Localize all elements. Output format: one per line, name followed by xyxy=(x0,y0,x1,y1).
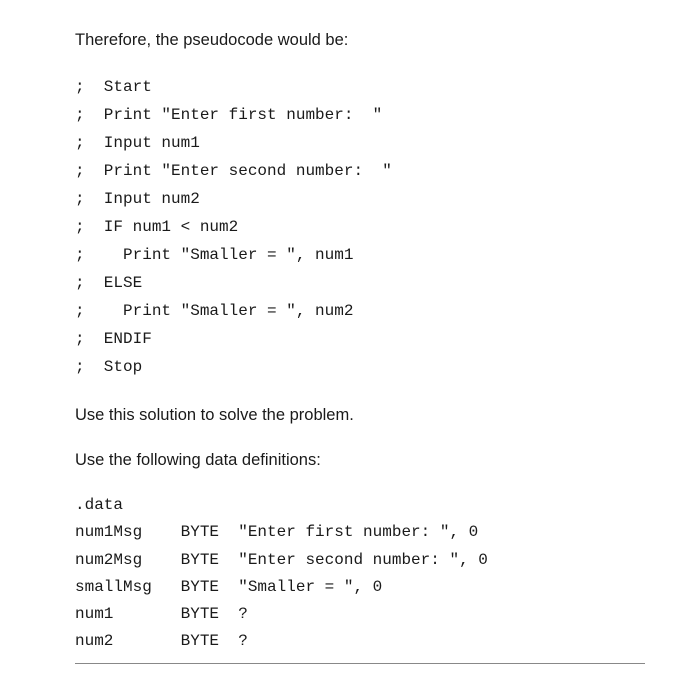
code-line: smallMsg BYTE "Smaller = ", 0 xyxy=(75,578,382,596)
instruction-text-2: Use the following data definitions: xyxy=(75,448,645,473)
code-line: ; Print "Enter second number: " xyxy=(75,162,392,180)
code-line: num1 BYTE ? xyxy=(75,605,248,623)
code-line: num2 BYTE ? xyxy=(75,632,248,650)
instruction-text-1: Use this solution to solve the problem. xyxy=(75,403,645,428)
code-line: num2Msg BYTE "Enter second number: ", 0 xyxy=(75,551,488,569)
divider xyxy=(75,663,645,664)
code-line: ; Input num1 xyxy=(75,134,200,152)
code-line: ; ENDIF xyxy=(75,330,152,348)
code-line: .data xyxy=(75,496,123,514)
data-definitions-block: .data num1Msg BYTE "Enter first number: … xyxy=(75,492,645,655)
code-line: ; IF num1 < num2 xyxy=(75,218,238,236)
code-line: ; Input num2 xyxy=(75,190,200,208)
code-line: ; Print "Smaller = ", num2 xyxy=(75,302,353,320)
code-line: ; Print "Enter first number: " xyxy=(75,106,382,124)
intro-text: Therefore, the pseudocode would be: xyxy=(75,28,645,53)
code-line: ; ELSE xyxy=(75,274,142,292)
code-line: num1Msg BYTE "Enter first number: ", 0 xyxy=(75,523,478,541)
code-line: ; Stop xyxy=(75,358,142,376)
code-line: ; Start xyxy=(75,78,152,96)
code-line: ; Print "Smaller = ", num1 xyxy=(75,246,353,264)
pseudocode-block: ; Start ; Print "Enter first number: " ;… xyxy=(75,73,645,381)
